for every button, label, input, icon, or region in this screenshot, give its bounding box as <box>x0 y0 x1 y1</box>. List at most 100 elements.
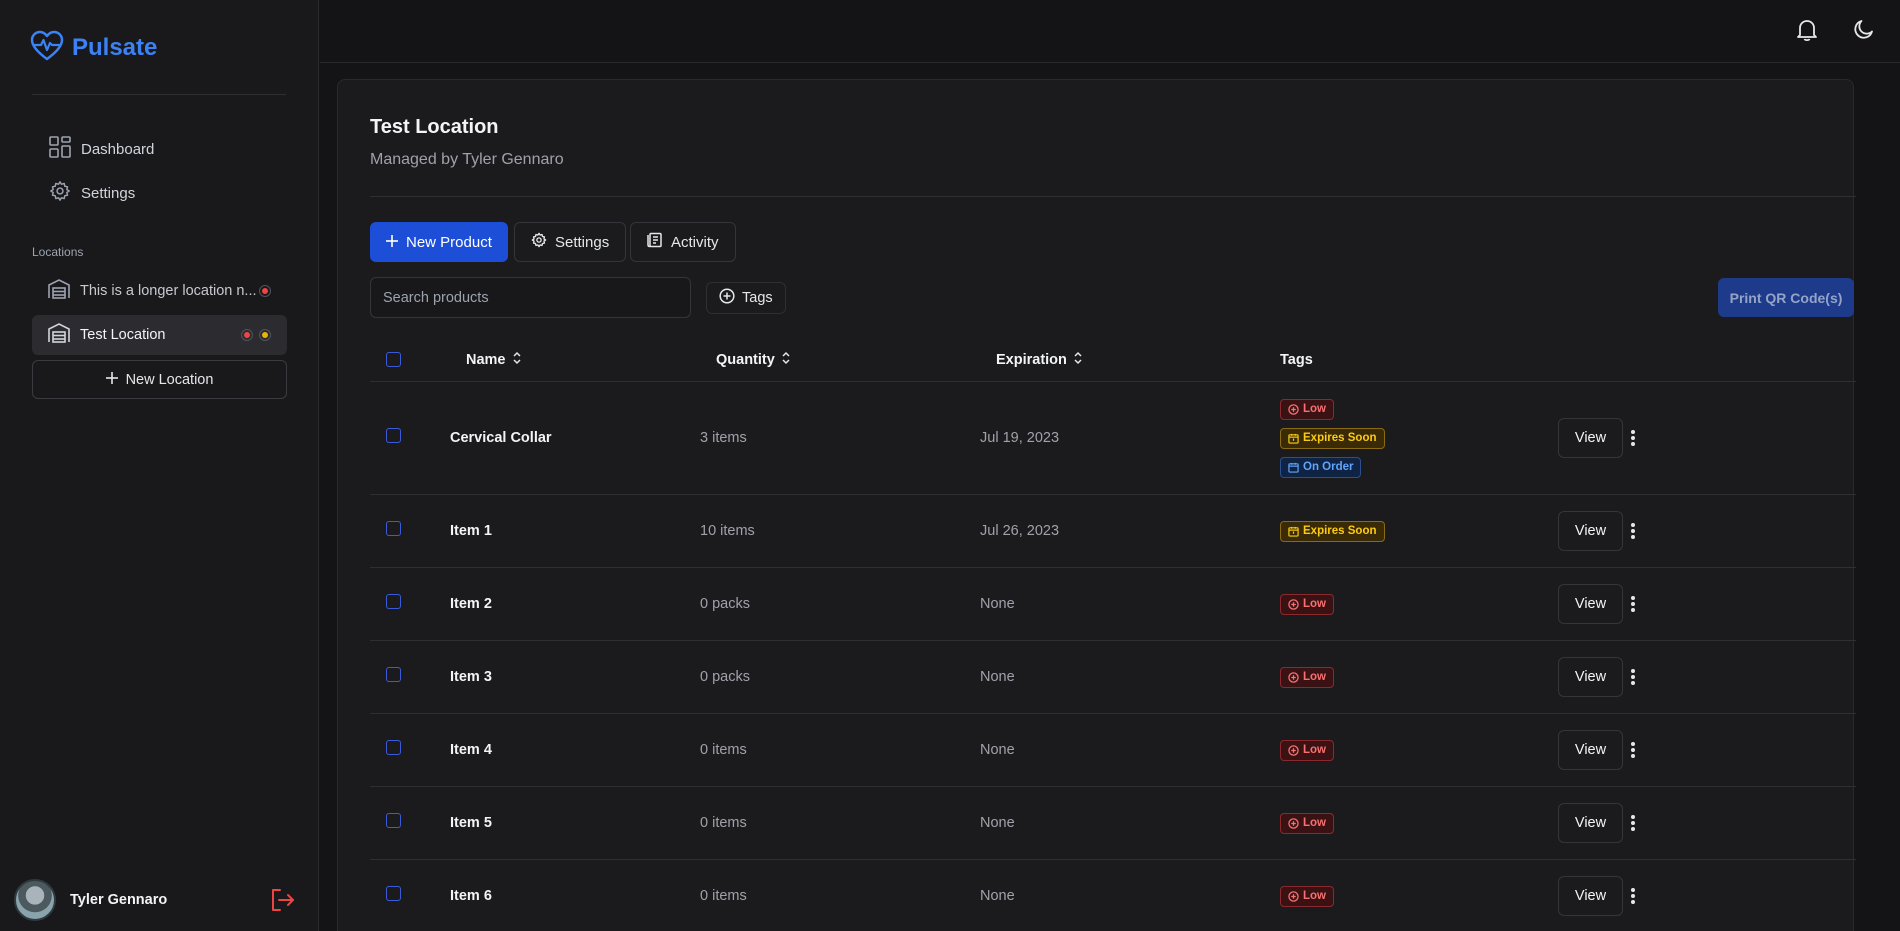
avatar <box>14 879 56 921</box>
table-row[interactable]: Cervical Collar 3 items Jul 19, 2023 Low Exp… <box>370 382 1856 495</box>
select-all-checkbox-cell[interactable] <box>386 338 401 382</box>
select-all-checkbox[interactable] <box>386 351 401 367</box>
view-button[interactable]: View <box>1558 511 1623 551</box>
view-button[interactable]: View <box>1558 876 1623 916</box>
sort-icon[interactable] <box>781 351 791 369</box>
column-header-label: Tags <box>1280 352 1313 368</box>
row-checkbox[interactable] <box>386 520 401 536</box>
new-product-button[interactable]: New Product <box>370 222 508 262</box>
column-header-name[interactable]: Name <box>466 338 522 382</box>
location-label: Test Location <box>80 327 166 343</box>
row-checkbox-cell <box>386 860 401 931</box>
calendar-icon <box>1288 462 1299 473</box>
alert-circle-icon <box>1288 890 1299 902</box>
row-checkbox-cell <box>386 641 401 713</box>
gear-icon <box>531 232 547 252</box>
product-name: Item 3 <box>450 669 492 685</box>
product-name: Item 5 <box>450 815 492 831</box>
product-expiration: None <box>980 742 1015 758</box>
activity-button[interactable]: Activity <box>630 222 736 262</box>
gear-icon <box>49 180 71 206</box>
table-row[interactable]: Item 6 0 items None Low View <box>370 860 1856 931</box>
sidebar-location-item[interactable]: This is a longer location n... <box>32 271 287 311</box>
table-row[interactable]: Item 3 0 packs None Low View <box>370 641 1856 714</box>
column-header-tags: Tags <box>1280 338 1313 382</box>
tag-label: On Order <box>1303 461 1354 473</box>
brand-name: Pulsate <box>72 34 158 61</box>
settings-button[interactable]: Settings <box>514 222 627 262</box>
table-row[interactable]: Item 4 0 items None Low View <box>370 714 1856 787</box>
user-name: Tyler Gennaro <box>70 892 168 908</box>
print-qr-button[interactable]: Print QR Code(s) <box>1718 278 1854 317</box>
search-input[interactable] <box>370 277 691 318</box>
row-checkbox[interactable] <box>386 885 401 901</box>
product-tags: Low <box>1280 787 1334 859</box>
view-cell: View <box>1558 495 1623 567</box>
row-checkbox[interactable] <box>386 666 401 682</box>
view-cell: View <box>1558 382 1623 494</box>
view-cell: View <box>1558 641 1623 713</box>
product-tags: Low Expires Soon On Order <box>1280 382 1385 494</box>
status-dot-yellow <box>259 329 271 341</box>
view-button[interactable]: View <box>1558 657 1623 697</box>
plus-icon <box>105 371 118 388</box>
sort-icon[interactable] <box>1073 351 1083 369</box>
tag-label: Expires Soon <box>1303 525 1377 537</box>
more-options-icon[interactable] <box>1630 714 1636 786</box>
new-location-button[interactable]: New Location <box>32 360 287 399</box>
alert-circle-icon <box>1288 403 1299 415</box>
top-bar <box>320 0 1900 63</box>
tag-badge: Low <box>1280 885 1334 907</box>
sidebar-item-settings[interactable]: Settings <box>49 180 135 206</box>
product-name: Item 4 <box>450 742 492 758</box>
sidebar-divider <box>32 94 286 95</box>
table-row[interactable]: Item 5 0 items None Low View <box>370 787 1856 860</box>
row-checkbox[interactable] <box>386 739 401 755</box>
more-options-icon[interactable] <box>1630 568 1636 640</box>
view-button[interactable]: View <box>1558 418 1623 458</box>
tag-badge: Low <box>1280 666 1334 688</box>
product-expiration: None <box>980 815 1015 831</box>
row-checkbox[interactable] <box>386 427 401 443</box>
user-profile[interactable]: Tyler Gennaro <box>14 879 167 921</box>
product-name: Item 2 <box>450 596 492 612</box>
tag-label: Low <box>1303 671 1326 683</box>
product-quantity: 0 items <box>700 742 747 758</box>
sort-icon[interactable] <box>512 351 522 369</box>
alert-circle-icon <box>1288 671 1299 683</box>
product-tags: Expires Soon <box>1280 495 1385 567</box>
tags-filter-button[interactable]: Tags <box>706 282 786 314</box>
product-expiration: None <box>980 888 1015 904</box>
more-options-icon[interactable] <box>1630 787 1636 859</box>
more-options-icon[interactable] <box>1630 495 1636 567</box>
view-button[interactable]: View <box>1558 803 1623 843</box>
sidebar-item-dashboard[interactable]: Dashboard <box>49 136 154 162</box>
tag-badge: Expires Soon <box>1280 520 1385 542</box>
table-row[interactable]: Item 2 0 packs None Low View <box>370 568 1856 641</box>
bell-icon[interactable] <box>1796 18 1818 46</box>
row-checkbox[interactable] <box>386 812 401 828</box>
sidebar-item-label: Dashboard <box>81 140 155 158</box>
page-subtitle: Managed by Tyler Gennaro <box>370 151 564 168</box>
table-row[interactable]: Item 1 10 items Jul 26, 2023 Expires Soon Vi… <box>370 495 1856 568</box>
logout-icon[interactable] <box>271 889 295 915</box>
tag-badge: On Order <box>1280 456 1362 478</box>
view-button[interactable]: View <box>1558 730 1623 770</box>
sidebar-item-label: Settings <box>81 184 136 202</box>
more-options-icon[interactable] <box>1630 382 1636 494</box>
moon-icon[interactable] <box>1853 18 1875 44</box>
more-options-icon[interactable] <box>1630 860 1636 931</box>
warehouse-icon <box>48 323 70 347</box>
brand[interactable]: Pulsate <box>30 30 157 66</box>
row-checkbox[interactable] <box>386 593 401 609</box>
settings-label: Settings <box>555 233 610 251</box>
sidebar-location-item-active[interactable]: Test Location <box>32 315 287 355</box>
view-button[interactable]: View <box>1558 584 1623 624</box>
column-header-expiration[interactable]: Expiration <box>996 338 1083 382</box>
row-checkbox-cell <box>386 568 401 640</box>
warehouse-icon <box>48 279 70 303</box>
tag-label: Low <box>1303 598 1326 610</box>
more-options-icon[interactable] <box>1630 641 1636 713</box>
view-cell: View <box>1558 860 1623 931</box>
column-header-quantity[interactable]: Quantity <box>716 338 791 382</box>
